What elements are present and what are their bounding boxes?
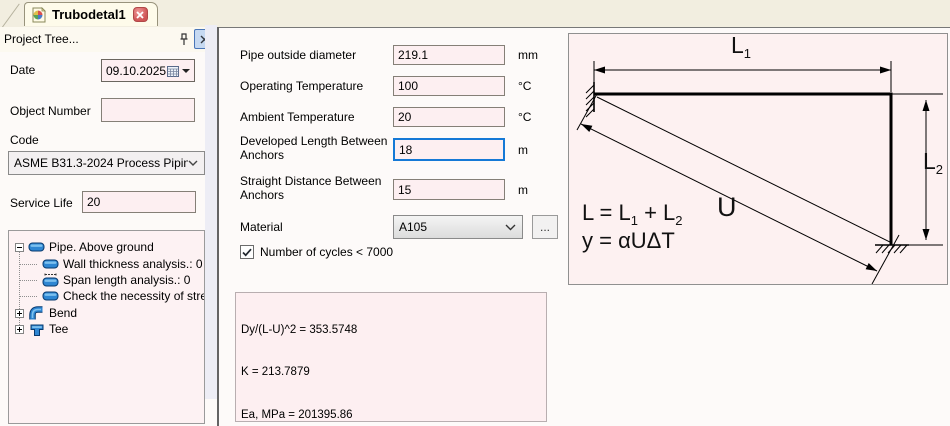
formula-total-length: L = L1 + L2 (582, 200, 683, 228)
pin-icon[interactable] (176, 31, 192, 48)
unit-m: m (518, 183, 528, 197)
pipe-icon (28, 240, 45, 254)
chevron-down-icon (505, 224, 516, 231)
tree-item-tee[interactable]: Tee (15, 321, 68, 337)
pipe-span-icon (42, 273, 59, 288)
operating-temperature-label: Operating Temperature (240, 79, 363, 93)
tree-connector-stub (20, 296, 37, 297)
unit-mm: mm (518, 48, 538, 62)
service-life-input[interactable] (82, 191, 196, 213)
panel-header: Project Tree... (0, 27, 217, 52)
code-value: ASME B31.3-2024 Process Piping (l (9, 156, 188, 170)
straight-distance-input[interactable] (393, 179, 505, 200)
tree-item-wall-thickness[interactable]: Wall thickness analysis.: 0 (42, 256, 203, 272)
material-select[interactable]: A105 (393, 215, 523, 239)
developed-length-input[interactable] (393, 138, 505, 161)
expand-icon[interactable] (15, 309, 24, 318)
tree-item-pipe-above-ground[interactable]: Pipe. Above ground (15, 239, 154, 255)
tree-item-label: Span length analysis.: 0 (63, 273, 190, 287)
tab-title: Trubodetal1 (52, 7, 126, 22)
object-number-input[interactable] (101, 98, 195, 122)
operating-temperature-input[interactable] (393, 76, 505, 96)
ambient-temperature-input[interactable] (393, 107, 505, 127)
pipe-icon (42, 289, 59, 303)
tree-item-bend[interactable]: Bend (15, 305, 77, 321)
ambient-temperature-label: Ambient Temperature (240, 110, 355, 124)
tree-item-label: Pipe. Above ground (49, 240, 154, 254)
date-input[interactable]: 09.10.2025 (101, 59, 195, 82)
dimension-label-l1: L1 (731, 32, 751, 61)
result-line: Dy/(L-U)^2 = 353.5748 (241, 323, 541, 337)
document-gear-icon (31, 7, 47, 23)
panel-gutter (205, 25, 217, 399)
code-label: Code (10, 133, 39, 147)
tree-connector-stub (20, 264, 37, 265)
panel-title: Project Tree... (4, 32, 79, 46)
cycles-checkbox-row: Number of cycles < 7000 (240, 245, 393, 259)
tab-trubodetal1[interactable]: Trubodetal1 (24, 2, 158, 26)
object-number-label: Object Number (10, 104, 91, 118)
tree-item-label: Tee (49, 322, 68, 336)
material-label: Material (240, 220, 283, 234)
tee-icon (29, 322, 45, 337)
unit-m: m (518, 143, 528, 157)
project-tree: Pipe. Above ground Wall thickness analys… (8, 230, 205, 424)
material-browse-button[interactable]: ... (532, 215, 558, 239)
developed-length-label: Developed Length Between Anchors (240, 134, 410, 162)
formula-expansion: y = αUΔT (582, 228, 675, 254)
calendar-icon (167, 65, 179, 77)
pipe-icon (42, 257, 59, 271)
result-line: Ea, MPa = 201395.86 (241, 408, 541, 422)
scheme-panel: L1 L2 U L = L1 + L2 y = αUΔT (568, 33, 948, 285)
chevron-down-icon (188, 160, 198, 166)
tab-bar: Trubodetal1 (0, 0, 950, 27)
app-window: Trubodetal1 Project Tree... Date 09.10.2… (0, 0, 950, 426)
results-box: Dy/(L-U)^2 = 353.5748 K = 213.7879 Ea, M… (235, 292, 547, 422)
unit-celsius: °C (518, 79, 531, 93)
tree-item-label: Bend (49, 306, 77, 320)
date-value: 09.10.2025 (102, 64, 167, 78)
date-dropdown-arrow-icon[interactable] (182, 69, 190, 73)
tree-connector-stub (20, 280, 37, 281)
straight-distance-label: Straight Distance Between Anchors (240, 174, 410, 202)
code-select[interactable]: ASME B31.3-2024 Process Piping (l (8, 151, 205, 175)
unit-celsius: °C (518, 110, 531, 124)
dimension-label-l2: L2 (923, 148, 943, 177)
bend-icon (29, 306, 45, 321)
tree-item-label: Check the necessity of stre (63, 289, 204, 303)
cycles-checkbox-label: Number of cycles < 7000 (260, 245, 393, 259)
result-line: K = 213.7879 (241, 365, 541, 379)
pipe-outside-diameter-label: Pipe outside diameter (240, 48, 356, 62)
dimension-label-u: U (717, 192, 737, 223)
cycles-checkbox[interactable] (240, 245, 254, 259)
pipe-outside-diameter-input[interactable] (393, 45, 505, 65)
tree-item-label: Wall thickness analysis.: 0 (63, 257, 203, 271)
collapse-icon[interactable] (15, 243, 24, 252)
material-value: A105 (394, 220, 505, 234)
expand-icon[interactable] (15, 325, 24, 334)
service-life-label: Service Life (10, 196, 73, 210)
tab-edge-decoration (1, 4, 19, 29)
date-label: Date (10, 63, 35, 77)
tab-close-icon[interactable] (133, 7, 148, 22)
tree-item-check-necessity[interactable]: Check the necessity of stre (42, 288, 204, 304)
project-tree-panel: Project Tree... Date 09.10.2025 Object N… (0, 27, 217, 426)
tree-item-span-length[interactable]: Span length analysis.: 0 (42, 272, 190, 288)
checkmark-icon (242, 248, 252, 257)
parameters-panel: Pipe outside diameter mm Operating Tempe… (219, 27, 950, 426)
